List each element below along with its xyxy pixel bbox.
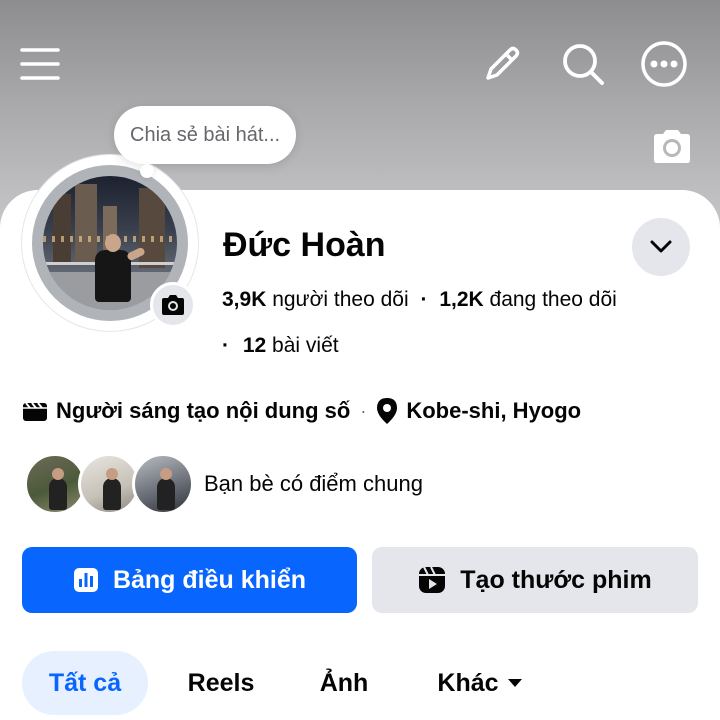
dashboard-button-label: Bảng điều khiển xyxy=(112,565,307,594)
followers-count: 3,9K xyxy=(222,288,267,311)
following-count: 1,2K xyxy=(439,288,484,311)
mutual-friend-avatar xyxy=(132,453,194,515)
cover-camera-icon[interactable] xyxy=(648,124,696,170)
mutual-friends-label: Bạn bè có điểm chung xyxy=(204,471,423,496)
bar-chart-icon xyxy=(73,567,99,593)
more-icon[interactable] xyxy=(638,38,690,90)
tab-photos[interactable]: Ảnh xyxy=(306,651,382,715)
profile-name: Đức Hoàn xyxy=(223,226,386,264)
search-icon[interactable] xyxy=(557,38,609,90)
mutual-friend-avatar xyxy=(78,453,140,515)
tab-all[interactable]: Tất cả xyxy=(22,651,148,715)
posts-stat[interactable]: 12 bài viết xyxy=(243,334,339,357)
clapperboard-icon xyxy=(22,400,48,422)
followers-stat[interactable]: 3,9K người theo dõi xyxy=(222,288,409,311)
following-label: đang theo dõi xyxy=(489,288,617,311)
menu-icon[interactable] xyxy=(14,38,66,90)
stats-separator: · xyxy=(420,288,428,311)
posts-count: 12 xyxy=(242,334,267,357)
profile-expand-button[interactable] xyxy=(632,218,690,276)
posts-stat-line: · 12 bài viết xyxy=(222,334,339,358)
chevron-down-icon xyxy=(650,240,672,253)
details-separator: · xyxy=(360,400,367,421)
mutual-friends[interactable]: Bạn bè có điểm chung xyxy=(24,452,423,516)
caret-down-icon xyxy=(507,678,523,688)
posts-label: bài viết xyxy=(272,334,339,357)
profile-stats: 3,9K người theo dõi · 1,2K đang theo dõi xyxy=(222,288,617,312)
mutual-friend-avatar xyxy=(24,453,86,515)
dashboard-button[interactable]: Bảng điều khiển xyxy=(22,547,357,613)
tab-more[interactable]: Khác xyxy=(420,651,540,715)
following-stat[interactable]: 1,2K đang theo dõi xyxy=(439,288,617,311)
location-pin-icon xyxy=(376,397,398,425)
pencil-icon[interactable] xyxy=(476,38,528,90)
creator-category: Người sáng tạo nội dung số xyxy=(56,398,351,423)
tab-more-label: Khác xyxy=(437,668,499,697)
create-reel-button-label: Tạo thước phim xyxy=(460,565,652,594)
posts-separator: · xyxy=(222,334,229,357)
profile-details: Người sáng tạo nội dung số · Kobe-shi, H… xyxy=(22,395,581,427)
tab-reels[interactable]: Reels xyxy=(176,651,266,715)
create-reel-button[interactable]: Tạo thước phim xyxy=(372,547,698,613)
share-song-bubble[interactable]: Chia sẻ bài hát... xyxy=(114,106,297,164)
location-text[interactable]: Kobe-shi, Hyogo xyxy=(406,398,581,424)
reel-icon xyxy=(418,566,446,594)
avatar-camera-icon[interactable] xyxy=(150,282,196,328)
share-song-text: Chia sẻ bài hát... xyxy=(130,123,281,146)
bubble-tail xyxy=(140,164,154,178)
followers-label: người theo dõi xyxy=(272,288,409,311)
